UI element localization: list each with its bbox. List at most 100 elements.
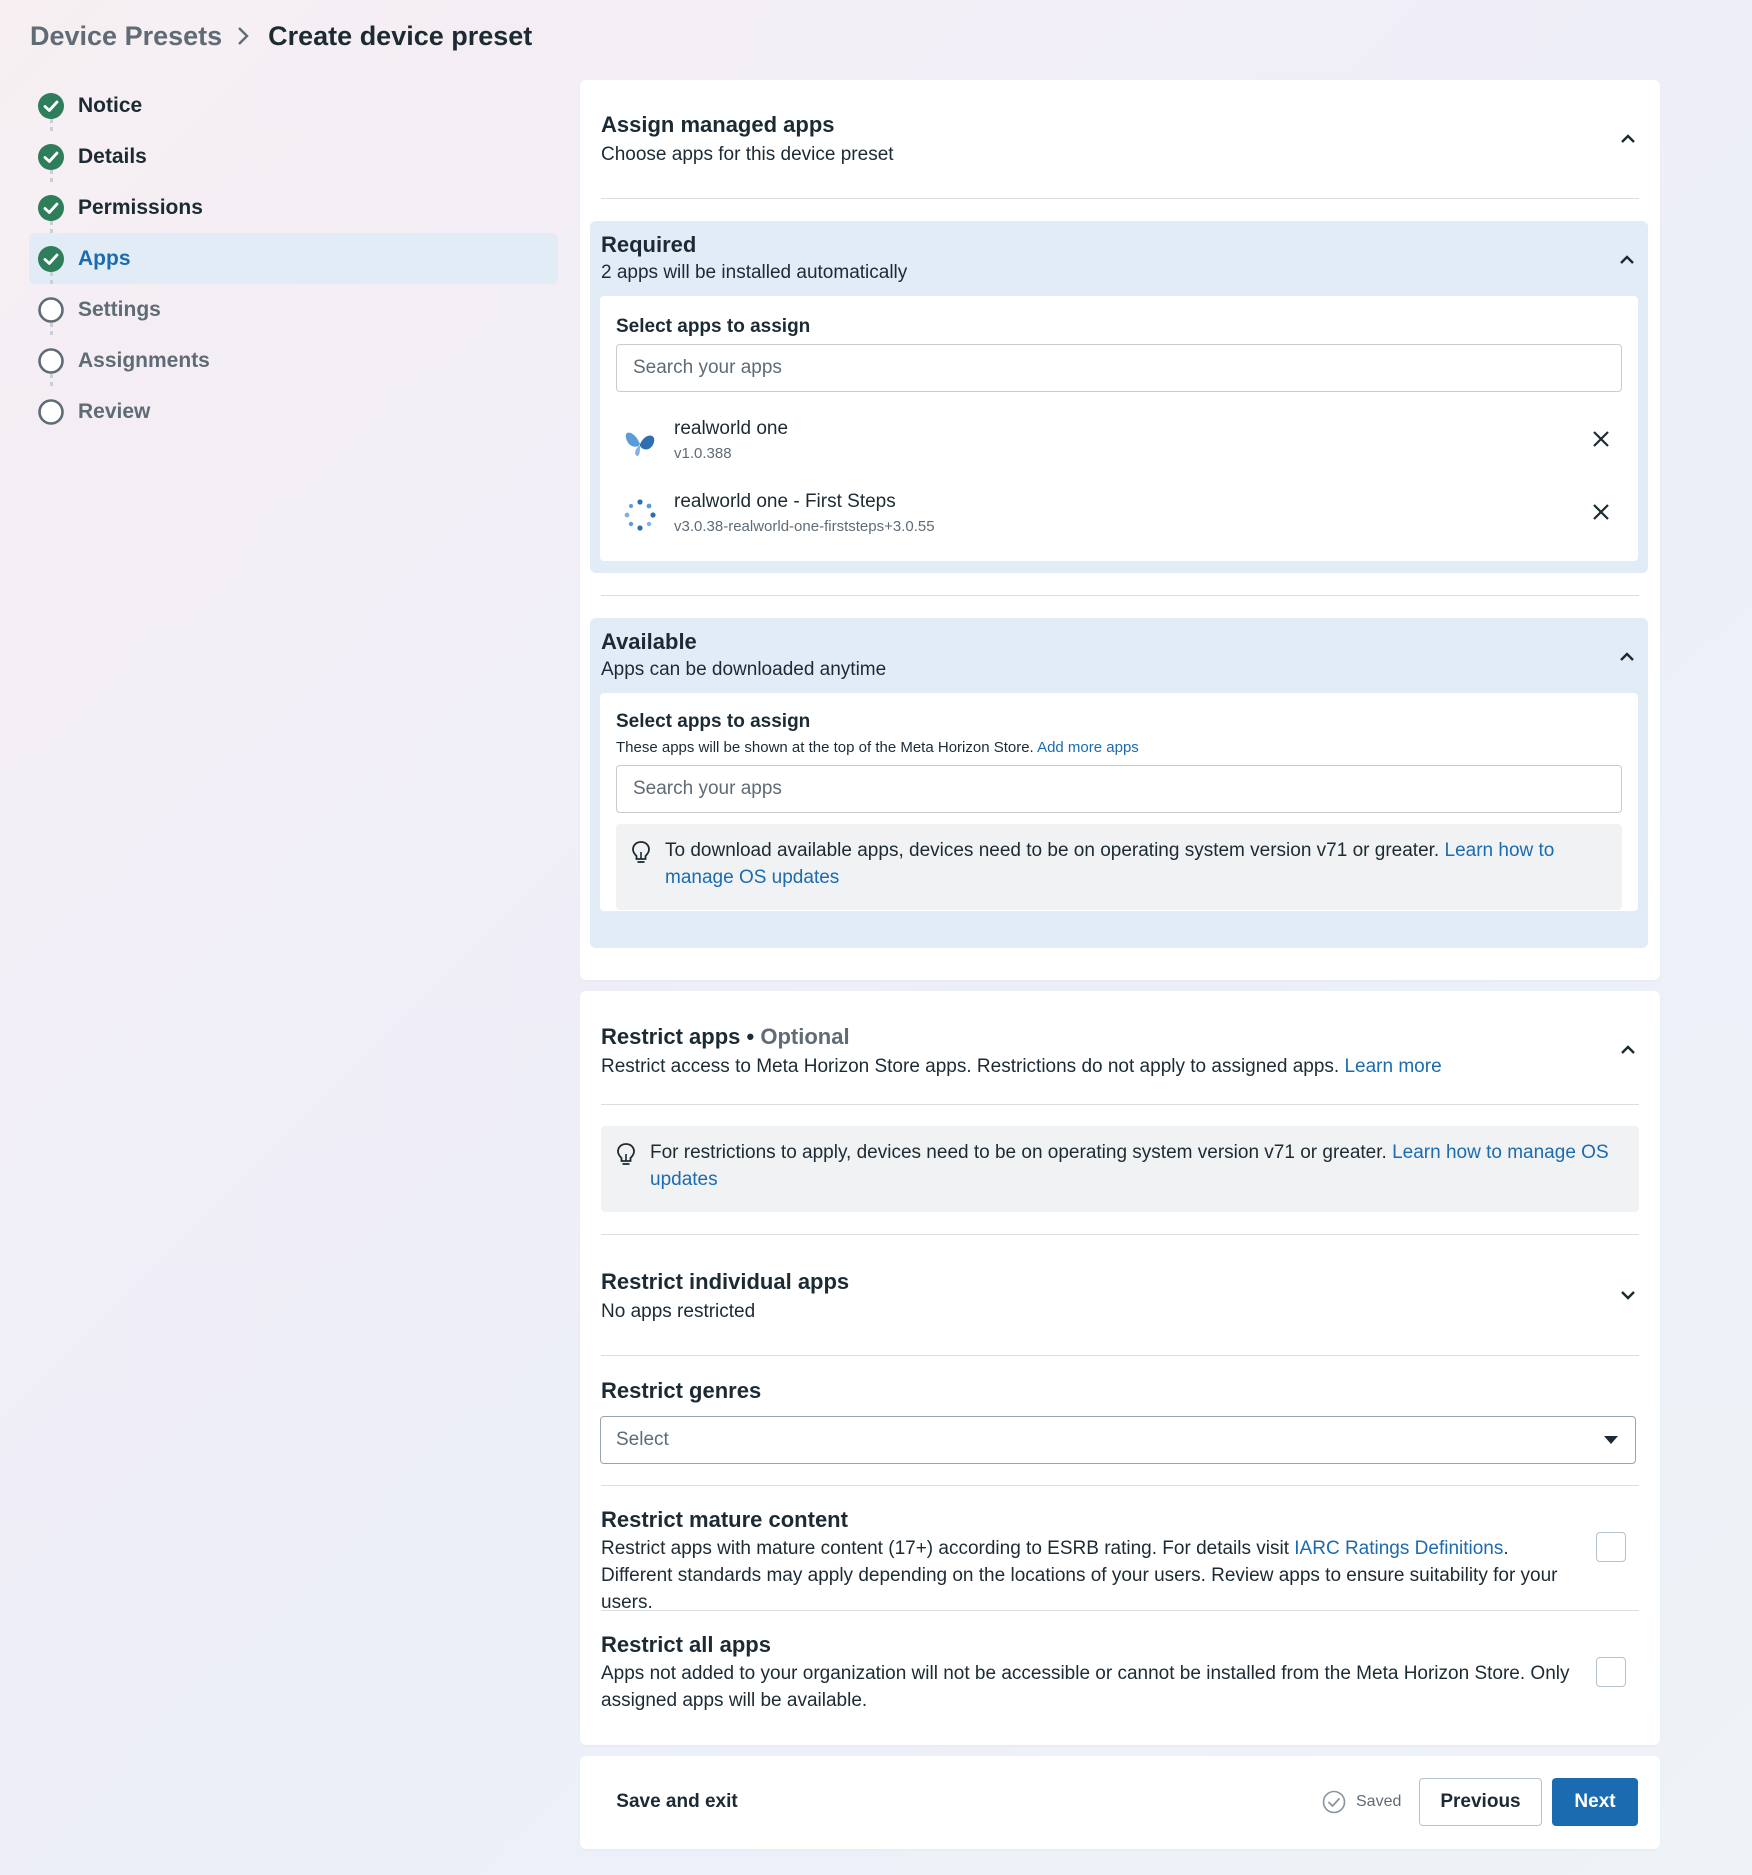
available-apps-box: Select apps to assign These apps will be… (600, 693, 1638, 911)
restrict-subtitle: Restrict access to Meta Horizon Store ap… (601, 1056, 1340, 1077)
assign-title: Assign managed apps (601, 112, 835, 137)
chevron-up-icon[interactable] (1617, 1039, 1639, 1061)
step-settings[interactable]: Settings (29, 272, 558, 335)
step-label: Details (78, 144, 147, 168)
available-header: Available Apps can be downloaded anytime (601, 629, 886, 681)
previous-button[interactable]: Previous (1419, 1778, 1542, 1826)
learn-more-link[interactable]: Learn more (1344, 1056, 1441, 1077)
chevron-right-icon (236, 27, 254, 45)
step-apps[interactable]: Apps (29, 221, 558, 284)
available-search-input[interactable] (616, 765, 1622, 813)
app-name: realworld one - First Steps (674, 491, 896, 512)
app-row: realworld one - First Steps v3.0.38-real… (622, 487, 1622, 547)
available-title: Available (601, 629, 697, 654)
iarc-ratings-link[interactable]: IARC Ratings Definitions (1294, 1538, 1503, 1559)
close-icon[interactable] (1588, 499, 1614, 525)
check-circle-icon (38, 144, 64, 170)
required-subtitle: 2 apps will be installed automatically (601, 262, 908, 283)
restrict-apps-card: Restrict apps • Optional Restrict access… (580, 991, 1660, 1745)
restrict-individual-subtitle: No apps restricted (601, 1301, 756, 1322)
next-button[interactable]: Next (1552, 1778, 1638, 1826)
breadcrumb: Device Presets Create device preset (30, 16, 532, 56)
optional-label: Optional (760, 1024, 850, 1049)
step-label: Assignments (78, 348, 210, 372)
close-icon[interactable] (1588, 426, 1614, 452)
app-version: v1.0.388 (674, 445, 732, 462)
step-review[interactable]: Review (29, 374, 558, 437)
genres-select-placeholder: Select (616, 1429, 669, 1450)
restrict-mature-description: Restrict apps with mature content (17+) … (601, 1535, 1571, 1616)
select-apps-label: Select apps to assign (616, 316, 811, 337)
page-title: Create device preset (268, 20, 533, 51)
step-permissions[interactable]: Permissions (29, 170, 558, 233)
chevron-up-icon[interactable] (1616, 249, 1638, 271)
available-helper: These apps will be shown at the top of t… (616, 739, 1139, 756)
step-connector (50, 374, 53, 386)
step-label: Review (78, 399, 151, 423)
check-circle-icon (38, 93, 64, 119)
required-title: Required (601, 232, 697, 257)
os-version-notice: To download available apps, devices need… (616, 824, 1622, 910)
divider (601, 1485, 1639, 1486)
empty-circle-icon (38, 297, 64, 323)
genres-select[interactable]: Select (600, 1416, 1636, 1464)
saved-status: Saved (1322, 1790, 1401, 1814)
check-circle-icon (38, 246, 64, 272)
step-details[interactable]: Details (29, 119, 558, 182)
add-more-apps-link[interactable]: Add more apps (1037, 739, 1139, 756)
save-and-exit-button[interactable]: Save and exit (602, 1778, 752, 1826)
chevron-up-icon[interactable] (1617, 128, 1639, 150)
required-header: Required 2 apps will be installed automa… (601, 232, 907, 284)
divider (601, 1610, 1639, 1611)
footer-actions-bar: Save and exit Saved Previous Next (580, 1756, 1660, 1849)
notice-text: For restrictions to apply, devices need … (650, 1142, 1387, 1163)
restrict-header: Restrict apps • Optional Restrict access… (601, 1024, 1442, 1078)
required-search-input[interactable] (616, 344, 1622, 392)
step-label: Settings (78, 297, 161, 321)
restrict-genres-title: Restrict genres (601, 1378, 762, 1403)
restrict-title: Restrict apps (601, 1024, 741, 1049)
step-notice[interactable]: Notice (29, 80, 558, 131)
required-apps-section: Required 2 apps will be installed automa… (590, 221, 1648, 573)
check-circle-outline-icon (1322, 1790, 1346, 1814)
dotted-circle-logo-icon (624, 499, 656, 531)
step-connector (50, 170, 53, 182)
restrict-individual-apps-row[interactable]: Restrict individual apps No apps restric… (601, 1269, 1639, 1329)
available-search-field[interactable] (633, 778, 1621, 800)
step-label: Apps (78, 246, 131, 270)
caret-down-icon (1604, 1436, 1618, 1444)
step-connector (50, 119, 53, 131)
helper-text: These apps will be shown at the top of t… (616, 739, 1034, 756)
required-apps-box: Select apps to assign realworld one v1.0… (600, 296, 1638, 561)
assign-subtitle: Choose apps for this device preset (601, 144, 894, 165)
notice-text: To download available apps, devices need… (665, 840, 1440, 861)
assign-managed-apps-card: Assign managed apps Choose apps for this… (580, 80, 1660, 980)
restrict-mature-content-row: Restrict mature content Restrict apps wi… (601, 1507, 1571, 1616)
check-circle-icon (38, 195, 64, 221)
divider (601, 198, 1639, 199)
breadcrumb-device-presets-link[interactable]: Device Presets (30, 21, 222, 52)
mature-text: Restrict apps with mature content (17+) … (601, 1538, 1289, 1559)
app-name: realworld one (674, 418, 789, 439)
step-label: Permissions (78, 195, 203, 219)
saved-label: Saved (1356, 1793, 1402, 1810)
divider (601, 1104, 1639, 1105)
divider (601, 595, 1639, 596)
assign-header: Assign managed apps Choose apps for this… (601, 112, 894, 166)
lightbulb-icon (632, 841, 650, 863)
empty-circle-icon (38, 348, 64, 374)
chevron-down-icon[interactable] (1617, 1284, 1639, 1306)
app-row: realworld one v1.0.388 (622, 414, 1622, 474)
required-search-field[interactable] (633, 357, 1621, 379)
empty-circle-icon (38, 399, 64, 425)
divider (601, 1234, 1639, 1235)
step-label: Notice (78, 93, 143, 117)
available-subtitle: Apps can be downloaded anytime (601, 659, 887, 680)
step-assignments[interactable]: Assignments (29, 323, 558, 386)
butterfly-logo-icon (625, 432, 655, 456)
restrictions-os-notice: For restrictions to apply, devices need … (601, 1126, 1639, 1212)
chevron-up-icon[interactable] (1616, 646, 1638, 668)
restrict-mature-checkbox[interactable] (1596, 1532, 1626, 1562)
restrict-all-checkbox[interactable] (1596, 1657, 1626, 1687)
step-connector (50, 272, 53, 284)
